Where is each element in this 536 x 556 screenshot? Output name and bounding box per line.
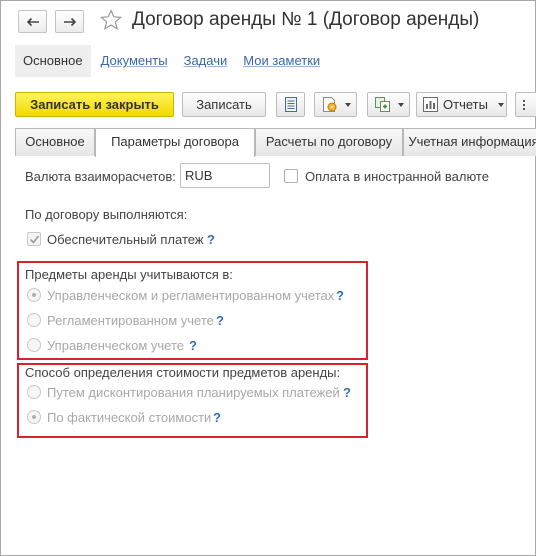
help-icon[interactable]: ? (336, 288, 344, 303)
chevron-down-icon (398, 102, 404, 107)
form-navigation-panel: Основное Документы Задачи Мои заметки (15, 45, 326, 77)
cost-method-title: Способ определения стоимости предметов а… (25, 365, 341, 380)
foreign-currency-checkbox[interactable] (284, 169, 298, 183)
arrow-left-icon (26, 17, 39, 26)
radio-management-only[interactable] (27, 338, 41, 352)
reports-button[interactable]: Отчеты (416, 92, 507, 117)
currency-label: Валюта взаиморасчетов: (25, 169, 176, 184)
back-button[interactable] (18, 10, 47, 33)
document-list-icon (284, 97, 297, 112)
currency-field[interactable]: RUB (180, 163, 270, 188)
chevron-down-icon (345, 102, 351, 107)
radio-selected-dot (32, 415, 36, 419)
more-actions-button[interactable] (515, 92, 536, 117)
security-payment-checkbox[interactable] (27, 232, 41, 246)
radio-label-management-and-regulated: Управленческом и регламентированном учет… (47, 288, 335, 303)
tab-contract-parameters[interactable]: Параметры договора (95, 128, 255, 157)
tab-accounting-info[interactable]: Учетная информация (403, 128, 536, 156)
form-tabs: Основное Параметры договора Расчеты по д… (15, 128, 536, 157)
tab-main[interactable]: Основное (15, 128, 95, 156)
help-icon[interactable]: ? (207, 232, 215, 247)
nav-link-my-notes[interactable]: Мои заметки (237, 45, 326, 77)
executed-by-contract-label: По договору выполняются: (25, 207, 188, 222)
radio-label-management-only: Управленческом учете (47, 338, 185, 353)
radio-management-and-regulated[interactable] (27, 288, 41, 302)
radio-label-actual-cost: По фактической стоимости (47, 410, 212, 425)
reports-icon (423, 97, 438, 112)
attachment-icon (323, 97, 337, 112)
nav-link-documents[interactable]: Документы (95, 45, 174, 77)
help-icon[interactable]: ? (343, 385, 351, 400)
radio-selected-dot (32, 293, 36, 297)
security-payment-label: Обеспечительный платеж (47, 232, 204, 247)
structure-button[interactable] (276, 92, 305, 117)
save-and-close-button[interactable]: Записать и закрыть (15, 92, 174, 117)
nav-item-main[interactable]: Основное (15, 45, 91, 77)
radio-actual-cost[interactable] (27, 410, 41, 424)
foreign-currency-label: Оплата в иностранной валюте (305, 169, 489, 184)
arrow-right-icon (63, 17, 76, 26)
more-dots-icon (523, 99, 525, 110)
radio-discounting-planned-payments[interactable] (27, 385, 41, 399)
help-icon[interactable]: ? (189, 338, 197, 353)
save-button[interactable]: Записать (182, 92, 266, 117)
reports-label: Отчеты (443, 97, 488, 112)
nav-link-tasks[interactable]: Задачи (178, 45, 234, 77)
radio-regulated-only[interactable] (27, 313, 41, 327)
create-based-on-button[interactable] (367, 92, 410, 117)
radio-label-regulated-only: Регламентированном учете (47, 313, 214, 328)
check-icon (29, 235, 40, 244)
create-based-on-icon (375, 97, 390, 112)
help-icon[interactable]: ? (216, 313, 224, 328)
radio-label-discounting-planned-payments: Путем дисконтирования планируемых платеж… (47, 385, 340, 400)
help-icon[interactable]: ? (213, 410, 221, 425)
attachments-button[interactable] (314, 92, 357, 117)
chevron-down-icon (497, 102, 504, 107)
form-window: Договор аренды № 1 (Договор аренды) Осно… (0, 0, 536, 556)
tab-contract-settlements[interactable]: Расчеты по договору (255, 128, 403, 156)
lease-subjects-title: Предметы аренды учитываются в: (25, 267, 233, 282)
favorite-star-icon[interactable] (99, 8, 123, 32)
forward-button[interactable] (55, 10, 84, 33)
page-title: Договор аренды № 1 (Договор аренды) (132, 9, 480, 30)
